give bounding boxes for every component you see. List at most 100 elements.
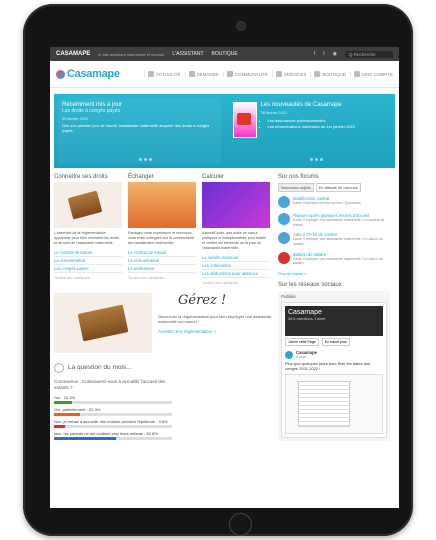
column-link[interactable]: La rémunération: [128, 257, 196, 265]
gerez-body: Gérez ! Découvrez la réglementation pour…: [158, 293, 272, 353]
logo-text: Casamape: [67, 68, 120, 80]
nav-item-demande[interactable]: DEMANDE: [184, 71, 220, 77]
forum-item-meta: Dans: Rubrique sur les forums / Question…: [293, 201, 361, 205]
column-all-link[interactable]: Toutes les rubriques...: [54, 275, 122, 280]
gavel-image[interactable]: [54, 292, 152, 353]
magazine-cover-image: [232, 102, 257, 138]
poll-option-bar: [54, 424, 172, 428]
feature-columns: Connaître ses droits L'essentiel de la r…: [54, 174, 272, 285]
fb-post-header: Casamape 5 août: [285, 350, 383, 359]
column-link[interactable]: Le contrat de travail: [128, 249, 196, 257]
person-laptop-image[interactable]: [128, 182, 196, 228]
column-link[interactable]: Les déductions pour absence: [202, 270, 270, 278]
column-link[interactable]: Le salaire mensuel: [202, 254, 270, 262]
poll-option-label: Non, les parents ne me confient plus leu…: [54, 430, 158, 436]
main-nav: ACTUALITÉ DEMANDE COMMUNAUTÉ SERVICES BO…: [143, 71, 393, 77]
hero-slide-recent[interactable]: Récemment mis à jour Les droits à congés…: [58, 98, 221, 164]
topbar-link-boutique[interactable]: BOUTIQUE: [212, 51, 238, 57]
column-link[interactable]: Le professeur: [128, 265, 196, 273]
gerez-cta-link[interactable]: Accédez à la réglementation »: [158, 329, 272, 334]
forum-tabs: Nouveaux sujets En attente de réponse: [278, 183, 390, 192]
topbar-link-assistant[interactable]: L'ASSISTANT: [172, 51, 203, 57]
hero-left-desc: Dès son premier jour de travail, l'assis…: [62, 123, 210, 134]
forum-item-body: Modification contrat Dans: Rubrique sur l…: [293, 196, 361, 208]
forum-item[interactable]: Rupture après quelques heures d'accueil D…: [278, 213, 390, 227]
calculator-app-image[interactable]: [202, 182, 270, 228]
poll: Coronavirus : Continuerez-vous à accueil…: [54, 379, 172, 440]
avatar: [278, 213, 290, 225]
nav-item-mon-compte[interactable]: MON COMPTE: [350, 71, 393, 77]
rss-icon[interactable]: ◉: [333, 51, 337, 57]
question-label: La question du mois...: [68, 364, 132, 372]
avatar: [278, 251, 290, 264]
poll-option-bar: [54, 412, 172, 416]
nav-item-actualite[interactable]: ACTUALITÉ: [143, 71, 181, 77]
nav-label: SERVICES: [283, 71, 307, 77]
question-icon: [54, 362, 64, 373]
column-droits: Connaître ses droits L'essentiel de la r…: [54, 174, 122, 285]
carousel-dots[interactable]: [139, 158, 153, 161]
facebook-cover[interactable]: Casamape 38 k mentions J'aime: [285, 306, 383, 337]
column-all-link[interactable]: Toutes les rubriques...: [202, 280, 270, 285]
hero-slide-news[interactable]: Les nouveautés de Casamape 28 février 20…: [229, 98, 392, 164]
hero-right-list: Les assurances professionnelles Les rému…: [261, 118, 356, 131]
poll-option-label: Oui - 15.3%: [54, 394, 76, 400]
avatar: [278, 232, 290, 245]
facebook-embed[interactable]: Casamape 38 k mentions J'aime J'aime cet…: [281, 302, 387, 439]
column-title[interactable]: Calculer: [202, 174, 270, 180]
fb-like-button[interactable]: J'aime cette Page: [285, 338, 319, 347]
carousel-dots[interactable]: [309, 158, 323, 161]
poll-option-bar: [54, 400, 172, 404]
top-bar: CASAMAPE le site assistant maternelle et…: [50, 47, 399, 61]
column-link[interactable]: La rémunération: [54, 257, 122, 265]
nav-label: DEMANDE: [196, 71, 220, 77]
main-content: Connaître ses droits L'essentiel de la r…: [50, 168, 399, 442]
column-title[interactable]: Connaître ses droits: [54, 174, 122, 180]
hero-left-date: 05 février 2021: [62, 116, 89, 121]
facebook-icon[interactable]: f: [314, 51, 315, 57]
forum-item[interactable]: Bulletin de salaire Dans: Employer une as…: [278, 251, 390, 266]
fb-more-button[interactable]: En savoir plus: [321, 338, 350, 347]
nav-item-boutique[interactable]: BOUTIQUE: [310, 71, 346, 77]
topbar-tagline: le site assistant maternelle et nounou: [98, 51, 165, 57]
column-desc: Partagez votre expérience et retrouvez-v…: [128, 231, 195, 245]
hero-right-item[interactable]: Les rémunérations minimales au 1er janvi…: [268, 124, 356, 130]
nav-label: MON COMPTE: [362, 71, 393, 77]
column-all-link[interactable]: Toutes les rubriques...: [128, 275, 196, 280]
column-link[interactable]: Les indemnités: [202, 262, 270, 270]
forum-item[interactable]: Calcul CP fin de contrat Dans: Employer u…: [278, 232, 390, 246]
nav-label: ACTUALITÉ: [155, 71, 181, 77]
document-image[interactable]: [285, 374, 383, 435]
gavel-image[interactable]: [54, 182, 122, 228]
column-link[interactable]: Le contrat de travail: [54, 249, 122, 257]
news-icon: [147, 71, 154, 77]
forums-more-link[interactable]: Plus de sujets »: [278, 271, 390, 276]
right-column: Sur nos forums Nouveaux sujets En attent…: [278, 174, 390, 442]
left-column: Connaître ses droits L'essentiel de la r…: [54, 174, 272, 441]
topbar-brand[interactable]: CASAMAPE: [56, 51, 90, 57]
column-link[interactable]: Les congés payés: [54, 265, 122, 273]
twitter-icon[interactable]: t: [323, 51, 324, 57]
poll-option-fill: [54, 400, 73, 404]
forums-heading: Sur nos forums: [278, 174, 319, 180]
search-input[interactable]: Q Recherche: [345, 50, 393, 58]
tab-new-topics[interactable]: Nouveaux sujets: [278, 183, 314, 192]
avatar: [278, 196, 290, 208]
fb-buttons: J'aime cette Page En savoir plus: [285, 338, 383, 347]
tab-awaiting-reply[interactable]: En attente de réponse: [315, 183, 361, 192]
hero-right-title: Les nouveautés de Casamape: [260, 102, 342, 108]
hero-right-body: Les nouveautés de Casamape 28 février 20…: [261, 102, 356, 160]
logo[interactable]: Casamape: [56, 68, 120, 80]
forum-item[interactable]: Modification contrat Dans: Rubrique sur l…: [278, 196, 390, 208]
poll-option-bar: [54, 436, 172, 440]
nav-item-services[interactable]: SERVICES: [271, 71, 307, 77]
column-title[interactable]: Échanger: [128, 174, 196, 180]
home-button[interactable]: [229, 513, 252, 536]
forum-item-meta: Dans: Employer une assistante maternelle…: [293, 256, 383, 266]
fb-page-name: Casamape: [288, 309, 322, 317]
header: Casamape ACTUALITÉ DEMANDE COMMUNAUTÉ SE…: [50, 61, 399, 88]
screen: CASAMAPE le site assistant maternelle et…: [50, 47, 399, 508]
column-echanger: Échanger Partagez votre expérience et re…: [128, 174, 196, 285]
nav-item-communaute[interactable]: COMMUNAUTÉ: [223, 71, 268, 77]
question-of-month: La question du mois...: [54, 362, 272, 373]
